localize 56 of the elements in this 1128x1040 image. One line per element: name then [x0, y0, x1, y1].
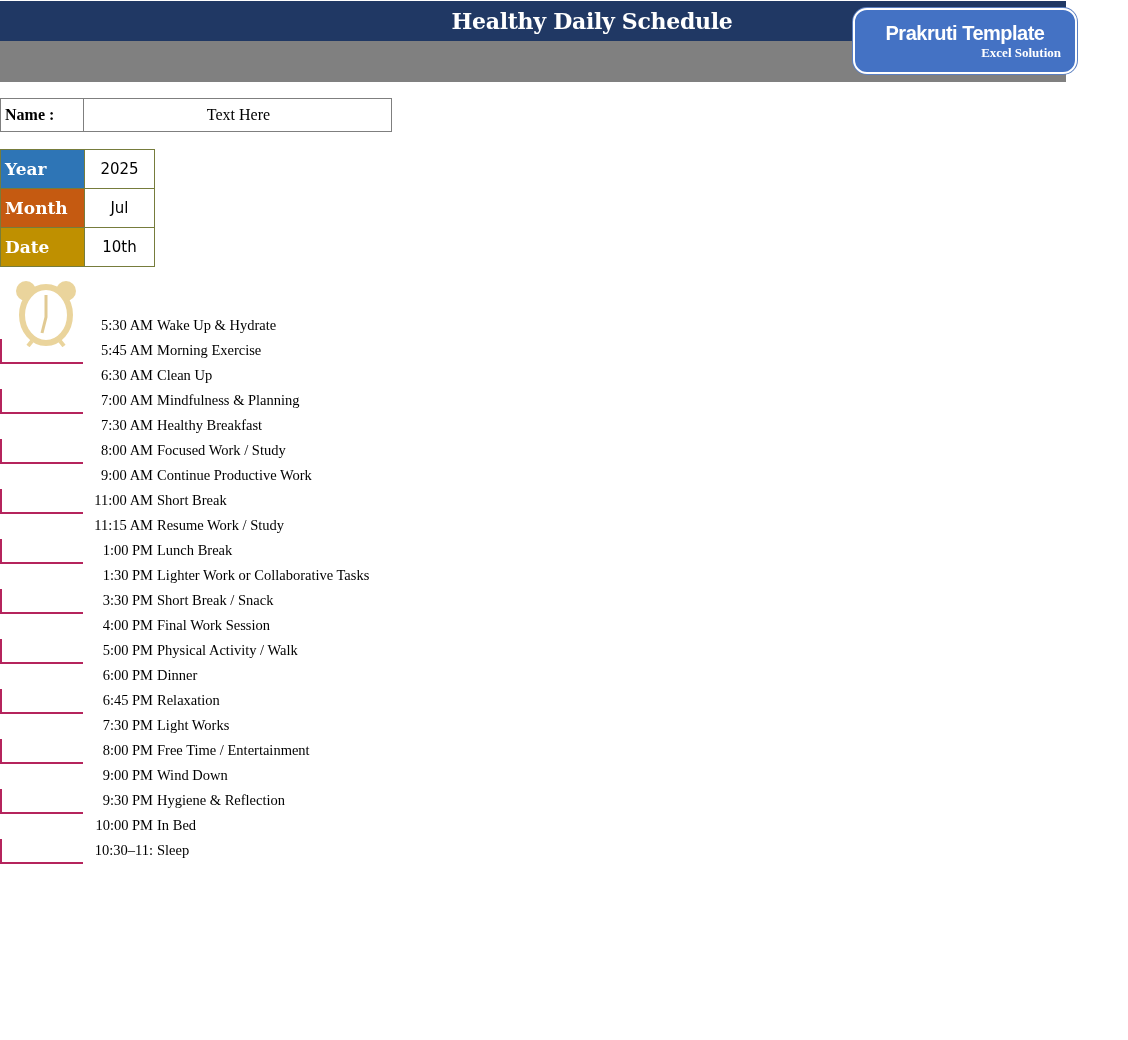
schedule-activity: Sleep [156, 842, 191, 859]
schedule-activity: Lighter Work or Collaborative Tasks [156, 567, 371, 584]
logo-tagline: Excel Solution [981, 44, 1061, 61]
schedule-activity: Clean Up [156, 367, 214, 384]
schedule-activity: Free Time / Entertainment [156, 742, 311, 759]
schedule-activity: Short Break [156, 492, 228, 509]
schedule-activity: Healthy Breakfast [156, 417, 264, 434]
schedule-time: 1:30 PM [101, 567, 153, 584]
schedule-time: 1:00 PM [101, 542, 153, 559]
name-label: Name : [1, 99, 84, 131]
alarm-clock-icon [14, 279, 78, 347]
schedule-time: 3:30 PM [101, 592, 153, 609]
schedule-time: 10:00 PM [94, 817, 153, 834]
schedule-time: 6:00 PM [101, 667, 153, 684]
schedule-activity: Focused Work / Study [156, 442, 287, 459]
schedule-time: 4:00 PM [101, 617, 153, 634]
schedule-time: 7:30 PM [101, 717, 153, 734]
schedule-activity: Dinner [156, 667, 199, 684]
schedule-activity: Short Break / Snack [156, 592, 275, 609]
schedule-time: 10:30–11: [93, 842, 153, 859]
schedule-time: 7:30 AM [100, 417, 153, 434]
date-field-value[interactable]: Jul [84, 189, 155, 228]
schedule-activity: Wake Up & Hydrate [156, 317, 278, 334]
name-input[interactable]: Text Here [84, 99, 393, 131]
schedule-time: 9:00 PM [101, 767, 153, 784]
logo-name: Prakruti Template [885, 21, 1045, 45]
schedule-time: 6:45 PM [101, 692, 153, 709]
schedule-activity: In Bed [156, 817, 198, 834]
schedule-activity: Light Works [156, 717, 231, 734]
schedule-activity: Hygiene & Reflection [156, 792, 287, 809]
schedule-activity: Final Work Session [156, 617, 271, 634]
page-title: Healthy Daily Schedule [451, 8, 733, 34]
date-field-label: Date [1, 228, 84, 266]
schedule-activity: Wind Down [156, 767, 229, 784]
schedule-activity: Continue Productive Work [156, 467, 313, 484]
date-field-value[interactable]: 10th [84, 228, 155, 266]
date-field-label: Year [1, 150, 84, 189]
schedule-time: 6:30 AM [100, 367, 153, 384]
schedule-time: 8:00 PM [101, 742, 153, 759]
schedule-activity: Physical Activity / Walk [156, 642, 299, 659]
schedule-time: 8:00 AM [100, 442, 153, 459]
schedule-activity: Resume Work / Study [156, 517, 286, 534]
schedule-time: 9:30 PM [101, 792, 153, 809]
date-field-label: Month [1, 189, 84, 228]
schedule-time: 5:45 AM [100, 342, 153, 359]
schedule-activity: Lunch Break [156, 542, 234, 559]
schedule-time: 5:00 PM [101, 642, 153, 659]
schedule-activity: Morning Exercise [156, 342, 263, 359]
schedule-time: 11:15 AM [93, 517, 153, 534]
schedule-time: 5:30 AM [100, 317, 153, 334]
schedule-activity: Mindfulness & Planning [156, 392, 301, 409]
schedule-time: 7:00 AM [100, 392, 153, 409]
schedule-activity: Relaxation [156, 692, 221, 709]
schedule-time: 9:00 AM [100, 467, 153, 484]
date-field-value[interactable]: 2025 [84, 150, 155, 189]
schedule-time: 11:00 AM [93, 492, 153, 509]
